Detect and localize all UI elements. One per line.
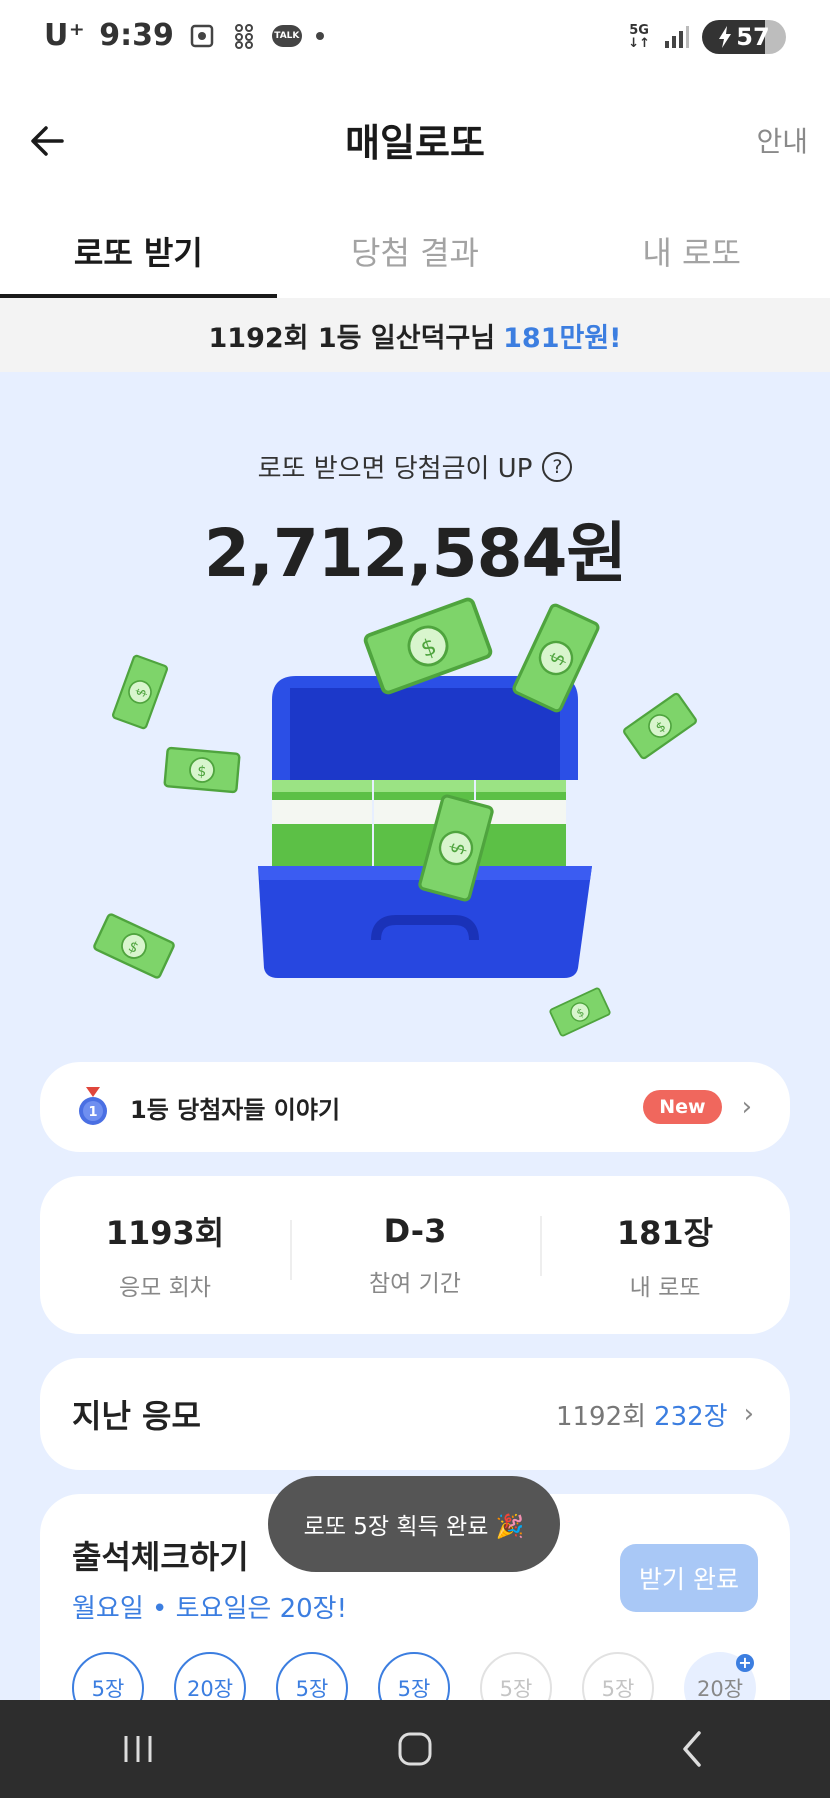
stat-round: 1193회 응모 회차 (40, 1208, 290, 1302)
tab-my-lotto[interactable]: 내 로또 (553, 200, 830, 298)
attendance-subtitle: 월요일 • 토요일은 20장! (72, 1594, 347, 1624)
new-badge: New (643, 1090, 722, 1124)
plus-icon: + (736, 1654, 754, 1672)
recent-apps-icon (124, 1736, 152, 1762)
stat-value: 1193회 (105, 1214, 225, 1252)
stat-value: D-3 (383, 1212, 447, 1250)
money-briefcase-illustration: $ (0, 441, 830, 1040)
page-title: 매일로또 (345, 121, 485, 165)
attendance-day-label: 20장 (696, 1677, 744, 1701)
stat-label: 내 로또 (629, 1275, 701, 1301)
tab-bar: 로또 받기 당첨 결과 내 로또 (0, 200, 830, 299)
system-nav-bar (0, 1700, 830, 1798)
winner-banner: 1192회 1등 일산덕구님 181만원! (0, 298, 830, 372)
back-nav-button[interactable] (652, 1719, 732, 1779)
prize-caption: 로또 받으면 당첨금이 UP ? (0, 448, 830, 485)
charging-icon (719, 26, 732, 48)
stats-card: 1193회 응모 회차 D-3 참여 기간 181장 내 로또 (40, 1176, 790, 1334)
past-entries-card[interactable]: 지난 응모 1192회 232장 › (40, 1358, 790, 1470)
tab-results[interactable]: 당첨 결과 (277, 200, 554, 298)
briefcase-icon (258, 676, 592, 978)
stat-value: 181장 (616, 1214, 714, 1252)
winner-banner-amount: 181만원! (503, 322, 622, 354)
medal-icon: 1 (76, 1087, 110, 1127)
status-time: 9:39 (99, 18, 174, 53)
pattern-icon (230, 22, 258, 50)
winners-story-label: 1등 당첨자들 이야기 (130, 1095, 341, 1124)
chevron-right-icon: › (743, 1399, 754, 1429)
winner-banner-text: 1192회 1등 일산덕구님 (208, 322, 496, 354)
stat-my-lotto: 181장 내 로또 (540, 1208, 790, 1302)
tab-get-lotto[interactable]: 로또 받기 (0, 200, 277, 299)
svg-text:1: 1 (88, 1105, 97, 1120)
home-button[interactable] (375, 1719, 455, 1779)
help-icon[interactable]: ? (542, 451, 573, 482)
stat-label: 응모 회차 (119, 1275, 211, 1301)
chevron-left-icon (682, 1731, 701, 1767)
stat-label: 참여 기간 (369, 1271, 461, 1297)
past-entries-title: 지난 응모 (72, 1397, 201, 1435)
home-icon (398, 1732, 432, 1766)
status-bar: U⁺ 9:39 TALK 5G ↓↑ 57 (0, 0, 830, 80)
recent-apps-button[interactable] (98, 1719, 178, 1779)
claim-complete-button[interactable]: 받기 완료 (620, 1544, 758, 1612)
toast-message: 로또 5장 획득 완료 🎉 (268, 1476, 560, 1572)
past-entries-round: 1192회 (555, 1401, 647, 1432)
carrier-label: U⁺ (44, 18, 86, 53)
battery-level: 57 (736, 23, 770, 51)
chevron-right-icon: › (741, 1092, 752, 1122)
past-entries-count: 232장 (654, 1401, 728, 1432)
attendance-title: 출석체크하기 (72, 1538, 249, 1576)
screenshot-icon (188, 22, 216, 50)
network-5g-icon: 5G ↓↑ (628, 23, 650, 51)
guide-link[interactable]: 안내 (756, 120, 808, 160)
signal-icon (662, 23, 690, 51)
app-header: 매일로또 안내 (0, 80, 830, 200)
talk-icon: TALK (271, 24, 302, 47)
stat-period: D-3 참여 기간 (290, 1212, 540, 1298)
winners-story-card[interactable]: 1 1등 당첨자들 이야기 New › (40, 1062, 790, 1152)
notification-dot-icon (315, 31, 324, 40)
prize-caption-text: 로또 받으면 당첨금이 UP (257, 454, 533, 484)
battery-indicator: 57 (702, 20, 786, 54)
